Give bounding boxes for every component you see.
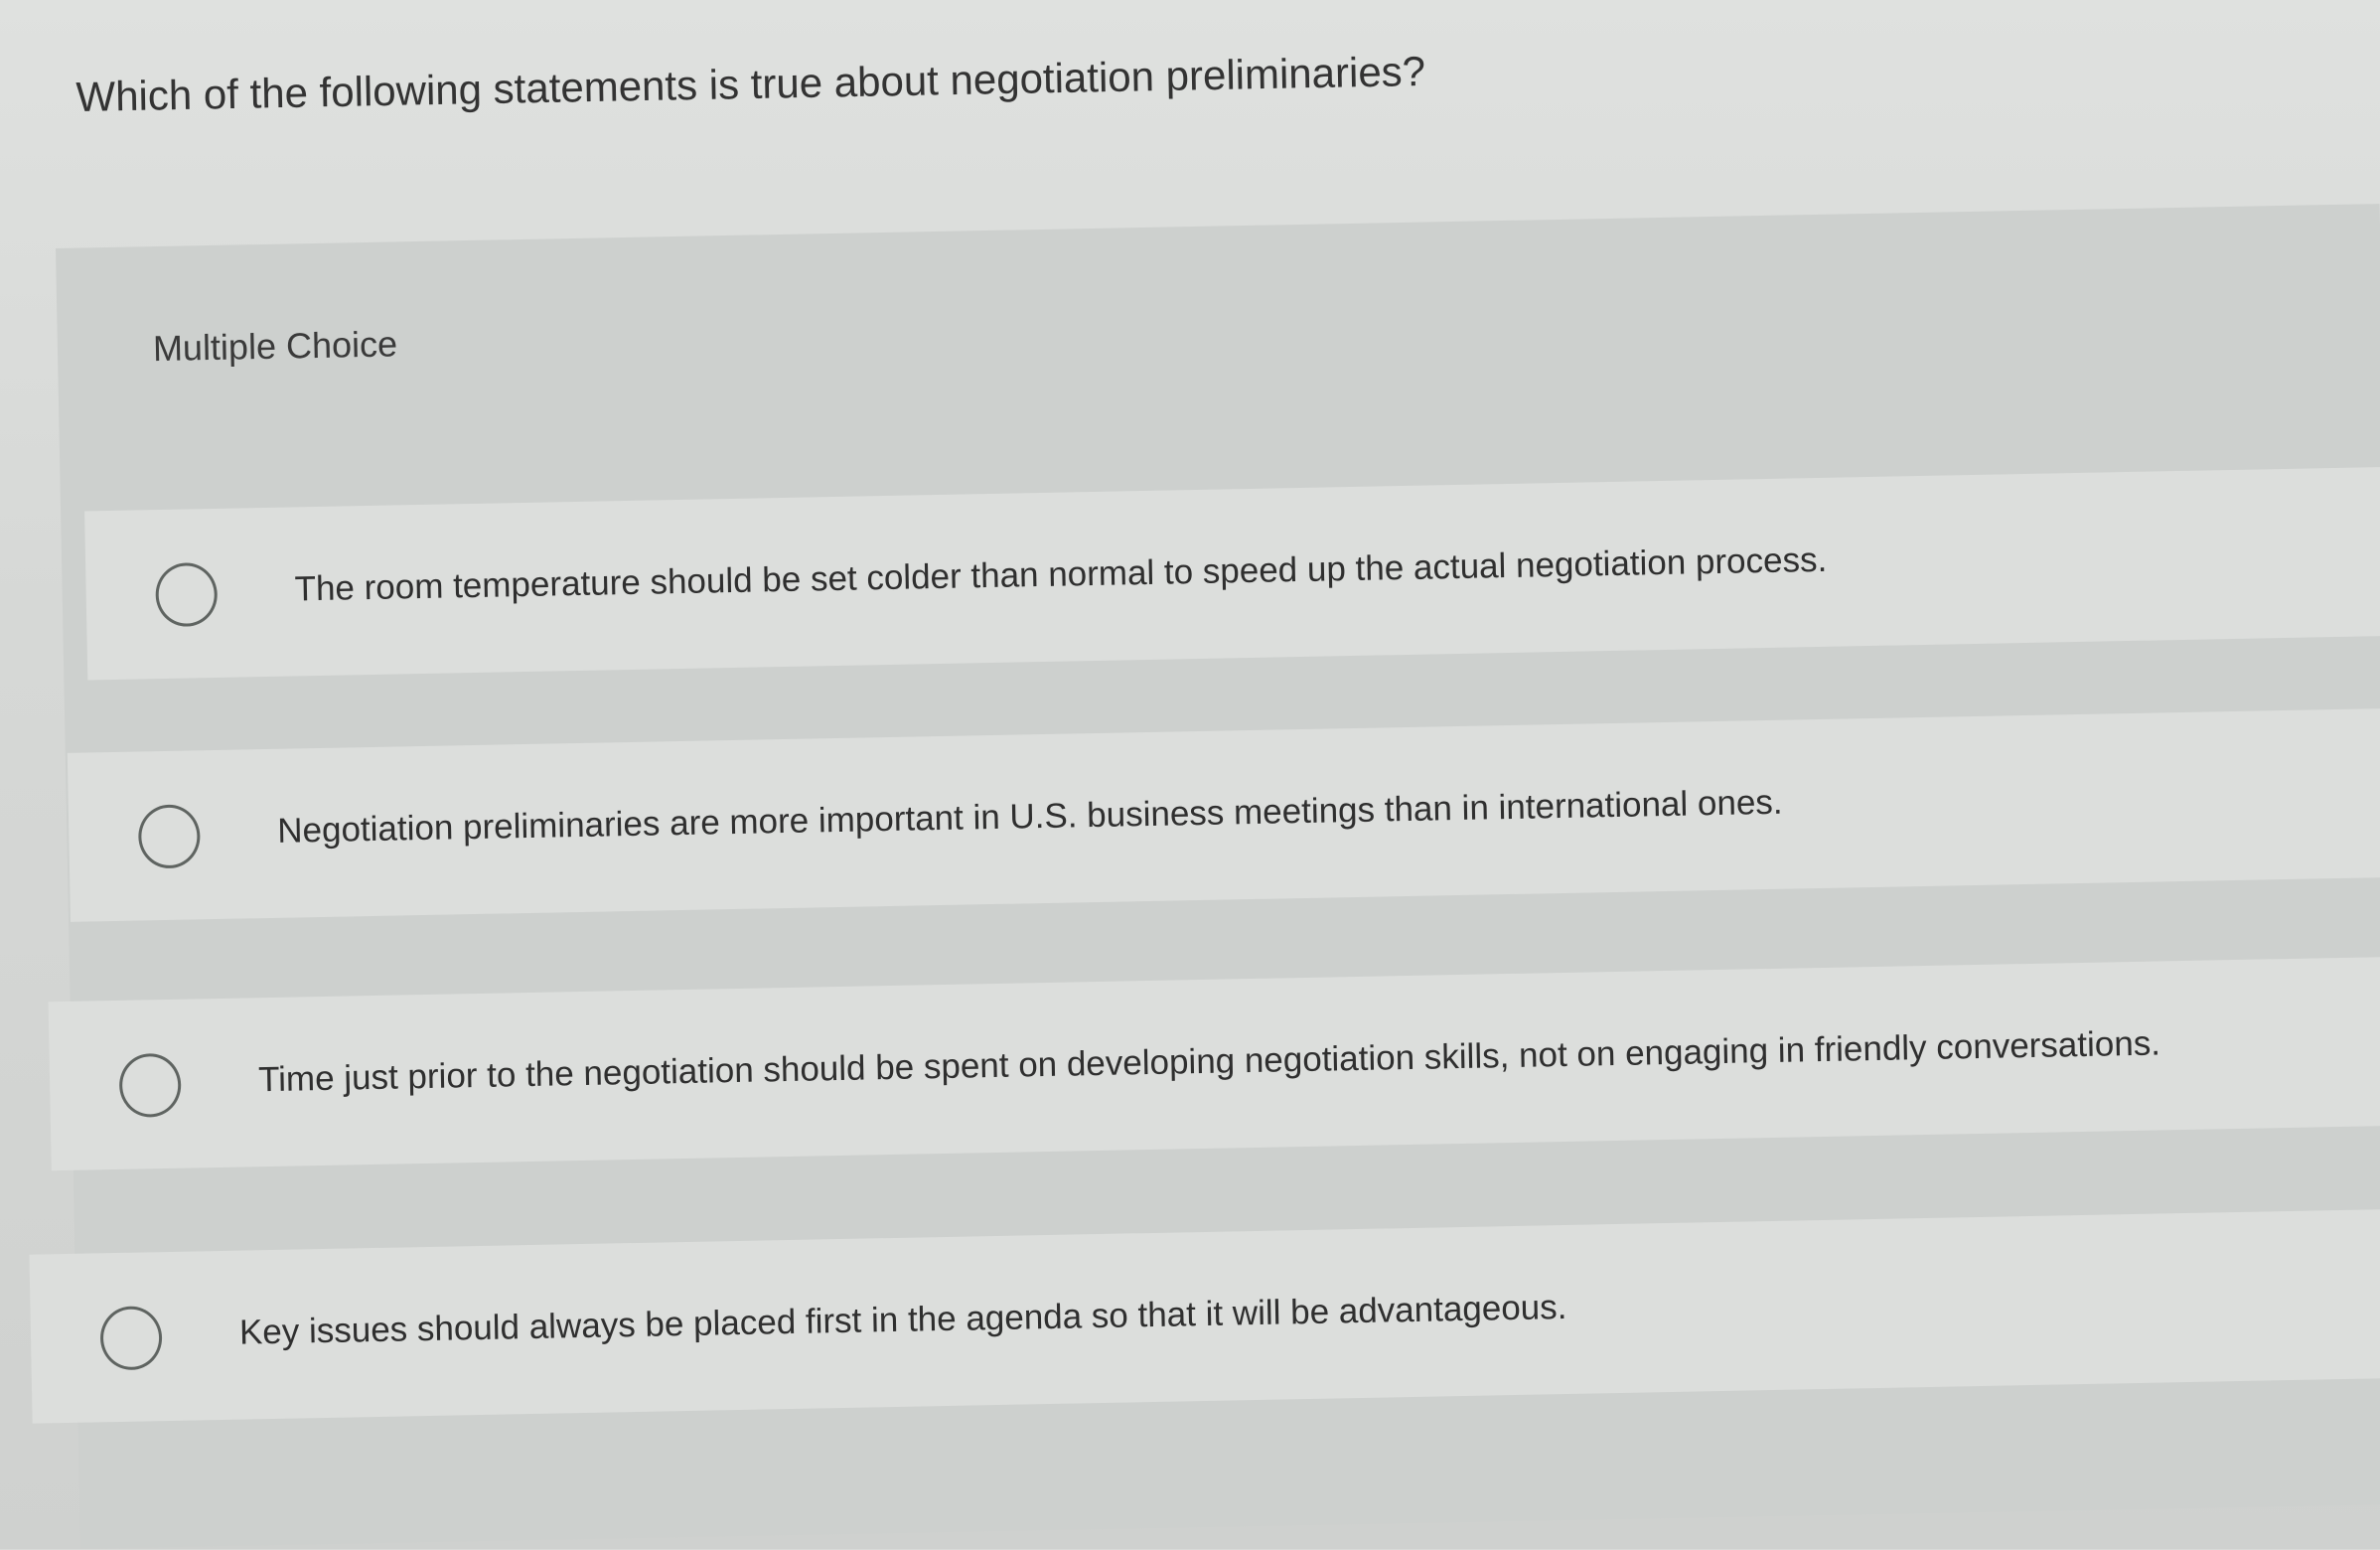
multiple-choice-panel: Multiple Choice The room temperature sho… (29, 204, 2380, 1549)
answer-option-text: Time just prior to the negotiation shoul… (257, 1023, 2161, 1100)
answer-option-text: The room temperature should be set colde… (294, 540, 1828, 609)
radio-button-icon[interactable] (118, 1052, 182, 1118)
question-text: Which of the following statements is tru… (75, 47, 1426, 120)
radio-button-icon[interactable] (155, 561, 219, 628)
question-type-label: Multiple Choice (152, 323, 398, 370)
answer-option-2[interactable]: Negotiation preliminaries are more impor… (67, 707, 2380, 922)
answer-option-text: Key issues should always be placed first… (238, 1287, 1567, 1352)
page-background: Which of the following statements is tru… (0, 0, 2380, 1549)
answer-option-text: Negotiation preliminaries are more impor… (276, 782, 1783, 851)
answer-option-1[interactable]: The room temperature should be set colde… (84, 467, 2380, 681)
answer-option-3[interactable]: Time just prior to the negotiation shoul… (48, 956, 2380, 1171)
radio-button-icon[interactable] (99, 1306, 163, 1371)
answer-option-4[interactable]: Key issues should always be placed first… (29, 1208, 2380, 1424)
radio-button-icon[interactable] (137, 804, 201, 869)
